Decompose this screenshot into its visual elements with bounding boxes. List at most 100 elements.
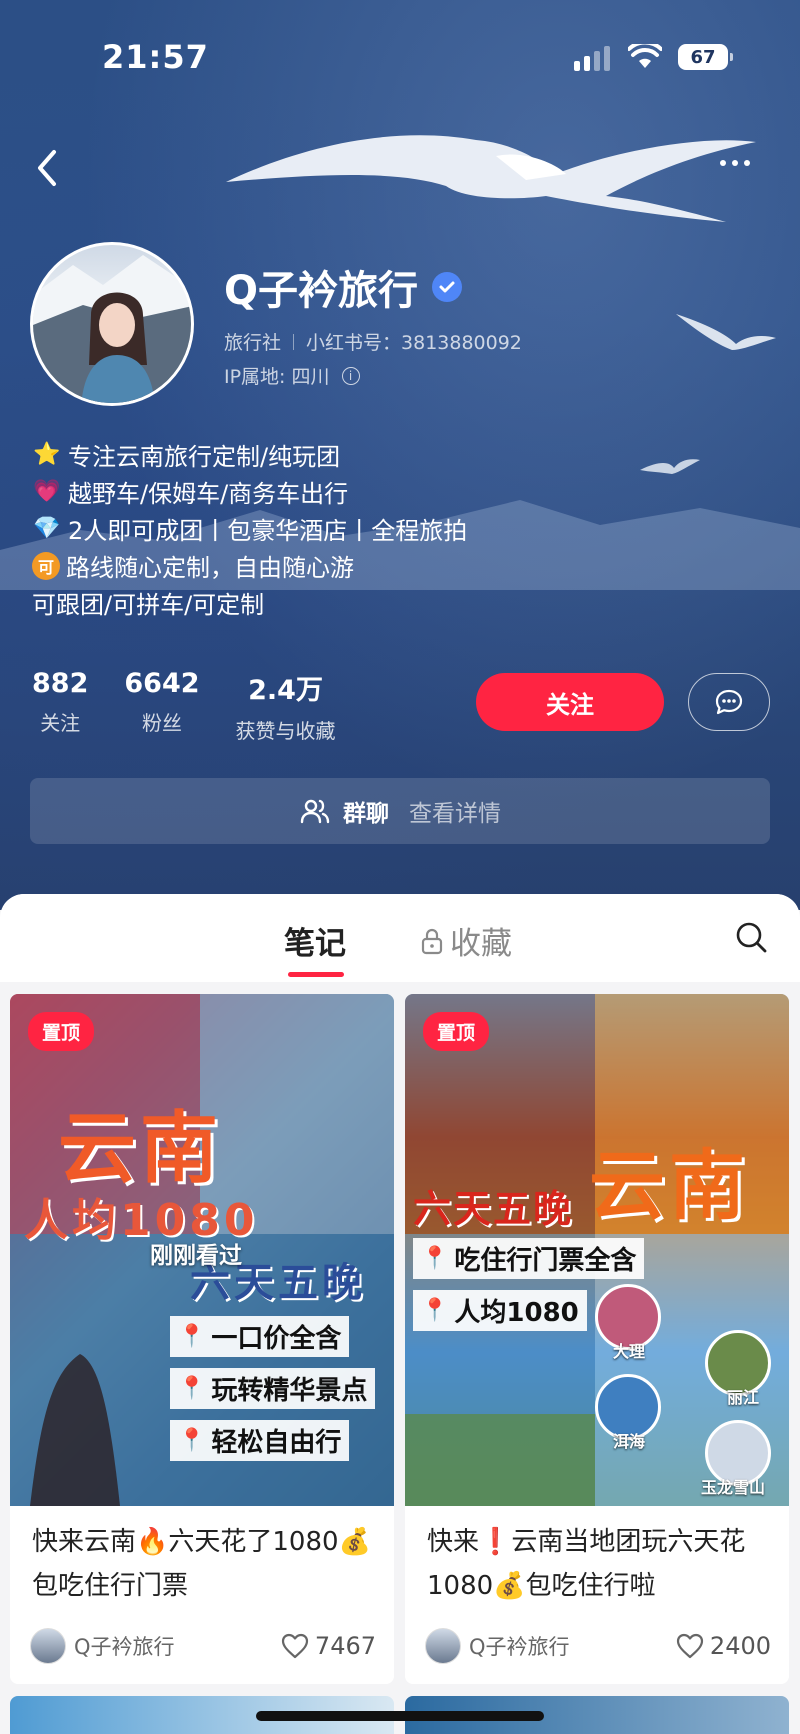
seagull-small (676, 314, 776, 350)
location-pin-icon: 📍 (421, 1298, 449, 1323)
cover-tag-text: 轻松自由行 (211, 1428, 342, 1458)
cover-title: 云南 (58, 1104, 223, 1194)
stat-likes-collections[interactable]: 2.4万 获赞与收藏 (236, 668, 336, 744)
heart-icon (281, 1633, 309, 1659)
profile-bio: ⭐ 专注云南旅行定制/纯玩团 💗 越野车/保姆车/商务车出行 💎 2人即可成团丨… (32, 436, 467, 621)
group-chat-detail: 查看详情 (409, 801, 501, 827)
cover-tag: 📍 轻松自由行 (170, 1420, 350, 1461)
place-label: 玉龙雪山 (701, 1478, 766, 1497)
bio-text: 专注云南旅行定制/纯玩团 (68, 443, 341, 471)
tab-collections-label: 收藏 (450, 926, 512, 962)
note-author[interactable]: Q子衿旅行 (425, 1628, 570, 1664)
bio-text: 路线随心定制，自由随心游 (66, 554, 354, 582)
group-chat-bar[interactable]: 群聊 查看详情 (30, 778, 770, 844)
author-name: Q子衿旅行 (469, 1635, 570, 1659)
follow-button[interactable]: 关注 (476, 673, 664, 731)
cover-tag: 📍 人均1080 (413, 1290, 587, 1331)
tab-collections[interactable]: 收藏 (420, 918, 512, 963)
bio-text: 可跟团/可拼车/可定制 (32, 591, 265, 619)
stat-label: 获赞与收藏 (235, 719, 336, 743)
search-icon[interactable] (734, 920, 768, 954)
cover-tag-text: 一口价全含 (211, 1324, 342, 1354)
note-title: 快来云南🔥六天花了1080💰包吃住行门票 (32, 1527, 371, 1601)
location-pin-icon: 📍 (178, 1428, 206, 1453)
info-icon[interactable]: i (341, 366, 360, 385)
bio-line: 可 路线随心定制，自由随心游 (32, 547, 467, 584)
note-card[interactable]: 置顶 云南 六天五晚 📍 吃住行门票全含 📍 人均1080 大理 丽江 洱海 玉龙雪… (405, 994, 789, 1684)
note-footer: Q子衿旅行 7467 (30, 1628, 376, 1664)
bio-text: 2人即可成团丨包豪华酒店丨全程旅拍 (68, 517, 468, 545)
heart-emoji-icon: 💗 (33, 479, 61, 504)
profile-stats: 882 关注 6642 粉丝 2.4万 获赞与收藏 (32, 668, 372, 744)
cover-tag-text: 玩转精华景点 (211, 1376, 368, 1406)
recently-viewed-label: 刚刚看过 (150, 1243, 242, 1269)
verified-badge-icon (432, 272, 463, 302)
bio-line: 💎 2人即可成团丨包豪华酒店丨全程旅拍 (32, 510, 467, 547)
cover-days: 六天五晚 (413, 1187, 574, 1231)
profile-id: 小红书号：3813880092 (306, 332, 522, 354)
battery-icon: 67 (678, 44, 733, 70)
place-label: 洱海 (613, 1432, 646, 1451)
home-indicator[interactable] (256, 1711, 544, 1721)
profile-category: 旅行社 (224, 332, 282, 354)
stat-following[interactable]: 882 关注 (32, 668, 88, 744)
pinned-badge: 置顶 (28, 1012, 95, 1051)
author-avatar (425, 1628, 461, 1664)
cover-tag: 📍 玩转精华景点 (170, 1368, 376, 1409)
stat-value: 6642 (124, 668, 200, 699)
stat-value: 2.4万 (248, 675, 323, 706)
like-button[interactable]: 2400 (676, 1632, 771, 1660)
chat-bubble-icon (715, 689, 743, 715)
pinned-badge: 置顶 (423, 1012, 490, 1051)
lock-icon (421, 928, 443, 954)
heart-icon (676, 1633, 704, 1659)
stat-followers[interactable]: 6642 粉丝 (124, 668, 199, 744)
ip-location-text: IP属地: 四川 (224, 366, 330, 388)
message-button[interactable] (688, 673, 770, 731)
cover-tag-text: 人均1080 (454, 1298, 579, 1328)
bio-line: 可跟团/可拼车/可定制 (32, 584, 467, 621)
note-author[interactable]: Q子衿旅行 (30, 1628, 175, 1664)
seagull-distant (640, 459, 700, 474)
cellular-signal-icon (574, 46, 610, 71)
meta-divider (293, 333, 295, 350)
location-pin-icon: 📍 (421, 1246, 449, 1271)
author-name: Q子衿旅行 (74, 1635, 175, 1659)
cover-tag: 📍 一口价全含 (170, 1316, 350, 1357)
bio-text: 越野车/保姆车/商务车出行 (68, 480, 349, 508)
place-label: 大理 (613, 1342, 646, 1361)
more-options-icon[interactable] (720, 160, 750, 166)
seagull-large (226, 135, 756, 222)
cover-title: 云南 (589, 1141, 749, 1230)
profile-name: Q子衿旅行 (224, 258, 463, 316)
like-button[interactable]: 7467 (281, 1632, 376, 1660)
status-time: 21:57 (102, 38, 209, 76)
like-count: 2400 (709, 1632, 771, 1660)
note-card[interactable]: 置顶 云南 人均1080 六天五晚 刚刚看过 📍 一口价全含 📍 玩转精华景点 📍 轻… (10, 994, 394, 1684)
cover-tag: 📍 吃住行门票全含 (413, 1238, 645, 1279)
ke-emoji-icon: 可 (32, 551, 60, 580)
like-count: 7467 (314, 1632, 376, 1660)
stat-label: 粉丝 (141, 711, 182, 735)
note-cover-image: 置顶 云南 六天五晚 📍 吃住行门票全含 📍 人均1080 大理 丽江 洱海 玉龙雪… (405, 994, 789, 1506)
group-users-icon (300, 799, 330, 824)
author-avatar (30, 1628, 66, 1664)
group-chat-label: 群聊 (343, 801, 389, 827)
location-pin-icon: 📍 (178, 1376, 206, 1401)
place-label: 丽江 (727, 1388, 760, 1407)
stat-label: 关注 (40, 711, 81, 735)
bio-line: 💗 越野车/保姆车/商务车出行 (32, 473, 467, 510)
tabs-bar (0, 894, 800, 982)
bio-line: ⭐ 专注云南旅行定制/纯玩团 (32, 436, 467, 473)
location-pin-icon: 📍 (178, 1324, 206, 1349)
diamond-emoji-icon: 💎 (33, 516, 61, 541)
stat-value: 882 (32, 668, 89, 699)
ip-location: IP属地: 四川 i (224, 362, 360, 389)
back-arrow-icon[interactable] (30, 146, 66, 190)
note-title: 快来❗云南当地团玩六天花1080💰包吃住行啦 (427, 1527, 746, 1601)
tab-notes[interactable]: 笔记 (284, 918, 346, 977)
avatar-portrait (33, 255, 191, 403)
cover-tag-text: 吃住行门票全含 (454, 1246, 637, 1276)
note-footer: Q子衿旅行 2400 (425, 1628, 771, 1664)
avatar[interactable] (30, 242, 194, 406)
